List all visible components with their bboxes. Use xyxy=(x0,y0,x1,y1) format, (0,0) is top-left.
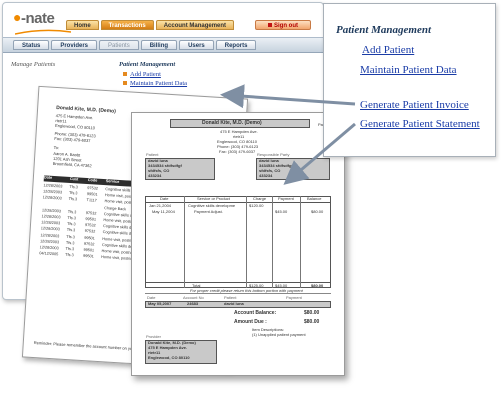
statement-tear-note: For proper credit please return this bot… xyxy=(190,288,303,293)
nate-logo: ●-nate xyxy=(13,9,55,27)
nav-tab-users[interactable]: Users xyxy=(179,40,214,50)
statement-row-2-payment: $45.00 xyxy=(275,209,288,214)
nav-tab-patients[interactable]: Patients xyxy=(99,40,139,50)
statement-fax: Fax: (303) 479-6037 xyxy=(219,149,256,154)
invoice-col-cust: Cust xyxy=(69,176,79,182)
sign-out-label: Sign out xyxy=(274,23,298,29)
add-patient-label: Add Patient xyxy=(130,71,161,78)
statement-amount-due-label: Amount Due : xyxy=(234,319,267,325)
invoice-provider-address-3: Englewood, CO 80110 xyxy=(54,122,96,131)
bullet-icon xyxy=(123,80,127,85)
sign-out-icon xyxy=(268,23,272,27)
nav-tab-status[interactable]: Status xyxy=(13,40,50,50)
statement-remit-label: Provider xyxy=(146,334,161,339)
invoice-to-address-2: Broomfield, CA 47362 xyxy=(52,160,92,169)
statement-account-balance: $80.00 xyxy=(304,310,320,316)
patient-statement-document: Donald Kite, M.D. (Demo) Page 475 E Hamp… xyxy=(131,112,345,376)
statement-responsible-label: Responsible Party xyxy=(257,152,290,157)
invoice-col-date: Date xyxy=(43,175,53,180)
statement-patient-line-4: 433234 xyxy=(148,173,162,178)
statement-col-balance: Balance xyxy=(307,196,322,201)
sign-out-button[interactable]: Sign out xyxy=(255,20,311,30)
statement-table-header-line xyxy=(145,202,331,203)
statement-stub-account-label: Account No xyxy=(183,295,204,300)
statement-amount-due: $80.00 xyxy=(304,319,320,325)
statement-col-divider-3 xyxy=(272,196,273,288)
statement-item-description-1: (1) Unapplied patient payment xyxy=(252,332,306,337)
statement-stub-patient-label: Patient xyxy=(224,295,237,300)
statement-row-2-service: Payment Adjust. xyxy=(194,209,223,214)
invoice-col-code: Code xyxy=(87,178,98,183)
maintain-patient-data-callout-link[interactable]: Maintain Patient Data xyxy=(360,64,457,76)
callout-title: Patient Management xyxy=(336,24,432,36)
nav-tabs: Status Providers Patients Billing Users … xyxy=(13,40,257,50)
statement-col-divider-4 xyxy=(300,196,301,288)
invoice-cell: 04/12/2005 xyxy=(39,251,59,257)
nav-tab-providers[interactable]: Providers xyxy=(51,40,98,50)
statement-account-balance-label: Account Balance: xyxy=(234,310,277,316)
statement-col-date: Date xyxy=(160,196,169,201)
tab-home[interactable]: Home xyxy=(66,20,99,30)
logo-swoosh-icon xyxy=(15,29,71,35)
nav-tab-reports[interactable]: Reports xyxy=(215,40,257,50)
statement-provider-name: Donald Kite, M.D. (Demo) xyxy=(202,120,262,126)
statement-col-divider-1 xyxy=(184,196,185,288)
statement-row-2-date: May 11,2004 xyxy=(152,209,175,214)
statement-col-divider-2 xyxy=(246,196,247,288)
statement-responsible-line-4: 433234 xyxy=(259,173,273,178)
invoice-fax: Fax: (303) 479-6037 xyxy=(54,135,91,144)
generate-patient-invoice-link[interactable]: Generate Patient Invoice xyxy=(360,99,469,111)
statement-stub-account: 24683 xyxy=(187,301,199,306)
statement-row-1-service: Cognitive skills developme xyxy=(188,203,236,208)
statement-col-charge: Charge xyxy=(253,196,267,201)
statement-table-total-line xyxy=(145,282,331,283)
statement-row-1-date: Jan 21,2004 xyxy=(149,203,172,208)
tab-transactions[interactable]: Transactions xyxy=(100,20,154,30)
statement-stub-date: May 05,2007 xyxy=(148,301,172,306)
menu-title: Patient Management xyxy=(119,61,176,68)
add-patient-callout-link[interactable]: Add Patient xyxy=(362,44,414,56)
page-title: Manage Patients xyxy=(11,61,56,68)
top-tab-bar: Home Transactions Account Management xyxy=(66,20,235,30)
generate-patient-statement-link[interactable]: Generate Patient Statement xyxy=(360,118,480,130)
maintain-patient-data-link[interactable]: Maintain Patient Data xyxy=(123,80,187,87)
statement-row-2-balance: $80.00 xyxy=(311,209,324,214)
statement-stub-patient: david luna xyxy=(224,301,244,306)
invoice-reminder: Reminder: Please remember the account nu… xyxy=(33,340,139,352)
nav-tab-billing[interactable]: Billing xyxy=(140,40,178,50)
statement-stub-payment-label: Payment xyxy=(286,295,302,300)
bullet-icon xyxy=(123,71,127,76)
statement-total-balance: $80.00 xyxy=(311,283,324,288)
invoice-cell: 99501 xyxy=(83,254,94,259)
statement-stub-date-label: Date xyxy=(147,295,156,300)
invoice-cell: Tfs.3 xyxy=(65,252,74,258)
statement-col-service: Service or Product xyxy=(197,196,230,201)
tab-account-management[interactable]: Account Management xyxy=(155,20,235,30)
statement-row-1-charge: $120.00 xyxy=(249,203,264,208)
statement-patient-label: Patient xyxy=(146,152,159,157)
logo-text: nate xyxy=(25,10,55,27)
statement-remit-line-4: Englewood, CO 80110 xyxy=(148,355,190,360)
patient-management-callout: Patient Management Add Patient Maintain … xyxy=(323,3,496,157)
add-patient-link[interactable]: Add Patient xyxy=(123,71,161,78)
maintain-patient-data-label: Maintain Patient Data xyxy=(130,80,188,87)
statement-col-payment: Payment xyxy=(278,196,294,201)
